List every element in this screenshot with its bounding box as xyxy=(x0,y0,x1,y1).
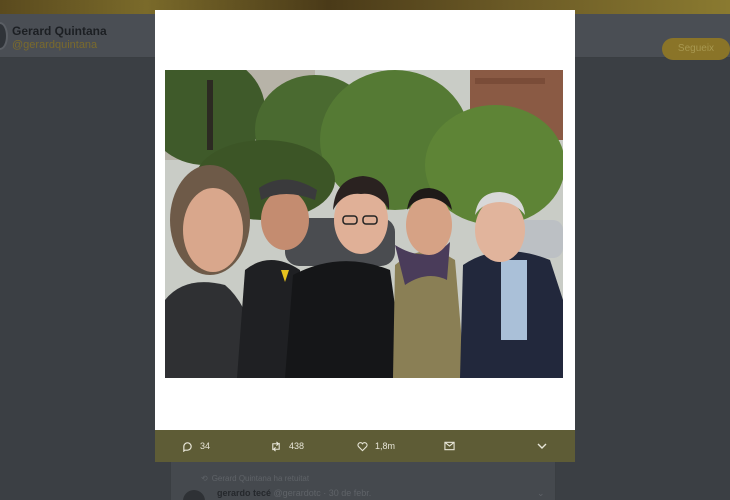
avatar[interactable] xyxy=(183,490,205,500)
retweet-icon xyxy=(272,441,280,451)
retweet-icon: ⟲ xyxy=(201,474,208,483)
like-count: 1,8m xyxy=(375,441,396,451)
heart-icon xyxy=(357,441,368,451)
tweet-author[interactable]: gerardo tecé @gerardotc · 30 de febr. xyxy=(217,488,371,498)
chevron-down-icon xyxy=(537,443,547,449)
profile-handle[interactable]: @gerardquintana xyxy=(12,39,97,51)
retweet-count: 438 xyxy=(289,441,305,451)
tweet-action-bar: 34 438 1,8m xyxy=(155,430,575,462)
timeline-tweet[interactable]: ⟲ Gerard Quintana ha retuitat gerardo tec… xyxy=(170,462,556,500)
chevron-down-icon[interactable]: ⌄ xyxy=(537,488,545,499)
profile-name[interactable]: Gerard Quintana xyxy=(12,24,107,38)
more-button[interactable] xyxy=(537,438,554,454)
profile-avatar[interactable] xyxy=(0,22,8,50)
retweet-note: ⟲ Gerard Quintana ha retuitat xyxy=(201,474,310,483)
media-modal: 34 438 1,8m xyxy=(155,10,575,462)
reply-button[interactable]: 34 xyxy=(182,438,210,454)
envelope-icon xyxy=(444,441,455,451)
like-button[interactable]: 1,8m xyxy=(357,438,395,454)
reply-count: 34 xyxy=(200,441,211,451)
tweet-photo[interactable] xyxy=(165,70,563,378)
reply-icon xyxy=(183,441,192,452)
follow-button[interactable]: Segueix xyxy=(662,38,730,60)
direct-message-button[interactable] xyxy=(444,438,462,454)
retweet-button[interactable]: 438 xyxy=(270,438,304,454)
